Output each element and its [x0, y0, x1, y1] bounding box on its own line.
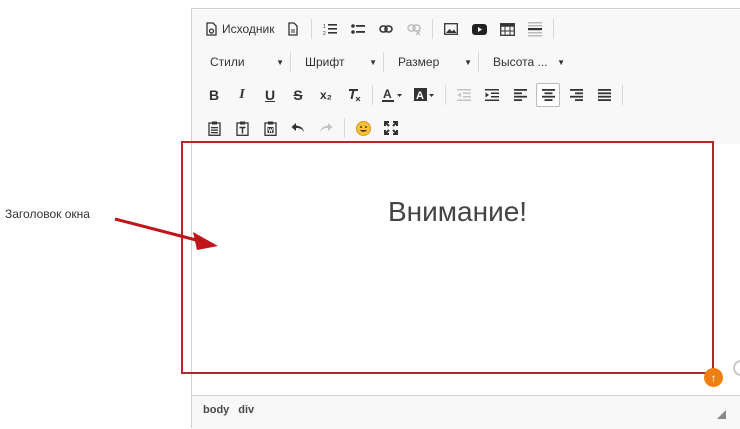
- annotation-arrow-icon: [114, 217, 218, 250]
